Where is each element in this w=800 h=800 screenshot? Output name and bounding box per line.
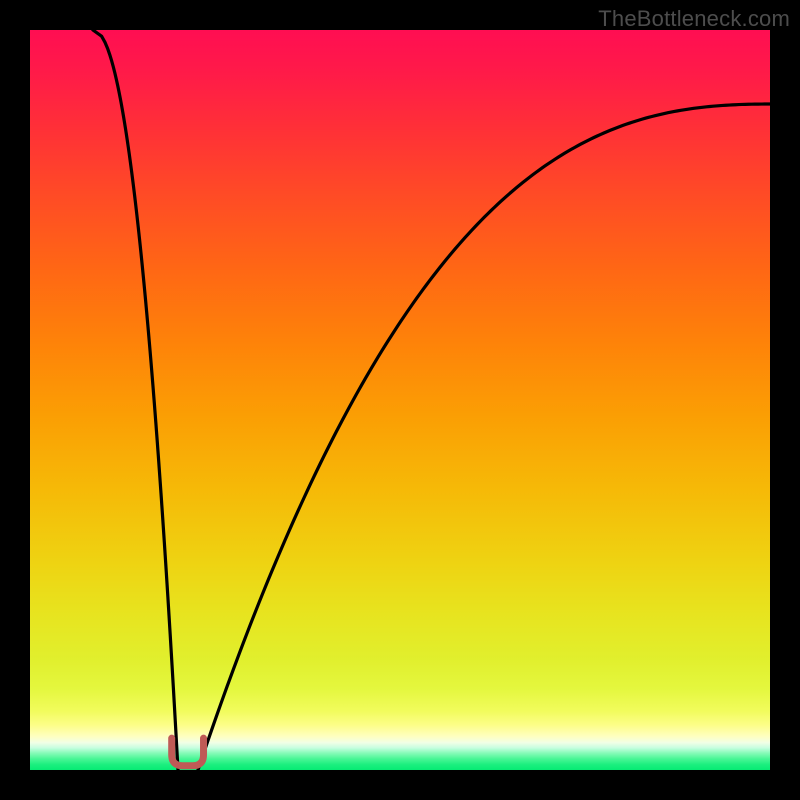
watermark-text: TheBottleneck.com xyxy=(598,6,790,32)
plot-area xyxy=(30,30,770,770)
outer-frame: TheBottleneck.com xyxy=(0,0,800,800)
plot-svg xyxy=(30,30,770,770)
gradient-background xyxy=(30,30,770,770)
